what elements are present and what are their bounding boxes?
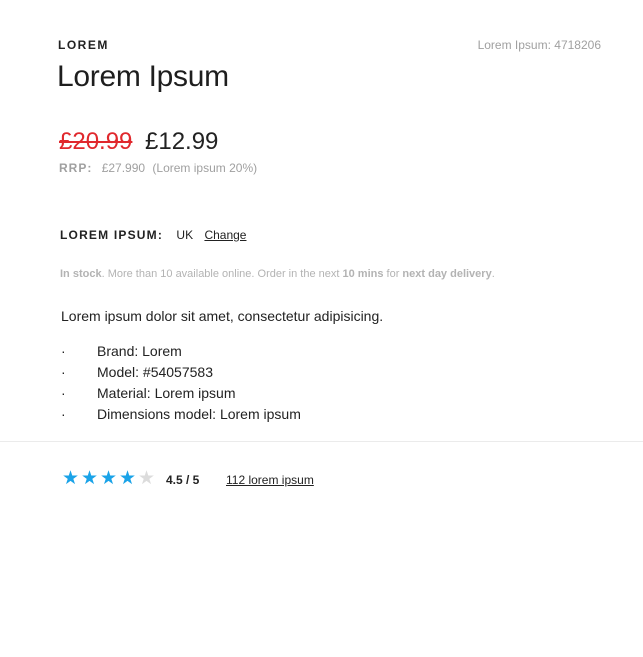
product-description: Lorem ipsum dolor sit amet, consectetur …: [61, 308, 384, 324]
feature-text: Material: Lorem ipsum: [97, 385, 236, 401]
stock-text-3: .: [491, 268, 495, 280]
bullet: ·: [61, 364, 66, 380]
bullet: ·: [61, 385, 66, 401]
list-item: · Dimensions model: Lorem ipsum: [61, 404, 301, 425]
current-price: £12.99: [145, 128, 219, 155]
star-filled-icon: ★: [118, 468, 137, 489]
feature-text: Model: #54057583: [97, 364, 213, 380]
star-filled-icon: ★: [61, 468, 80, 489]
feature-text: Brand: Lorem: [97, 343, 182, 359]
shipping-country-row: LOREM IPSUM: UK Change: [60, 228, 246, 242]
brand-name: LOREM: [58, 38, 109, 52]
star-filled-icon: ★: [99, 468, 118, 489]
stock-text-2: for: [383, 268, 403, 280]
change-country-link[interactable]: Change: [204, 228, 246, 242]
list-item: · Material: Lorem ipsum: [61, 383, 301, 404]
order-time: 10 mins: [342, 268, 384, 280]
rrp-label: RRP:: [59, 161, 93, 175]
in-stock-label: In stock: [60, 268, 102, 280]
rrp-row: RRP: £27.990 (Lorem ipsum 20%): [59, 161, 257, 175]
rrp-value: £27.990: [101, 161, 146, 175]
stock-text-1: . More than 10 available online. Order i…: [101, 268, 343, 280]
feature-list: · Brand: Lorem · Model: #54057583 · Materia…: [61, 341, 301, 425]
shipping-label: LOREM IPSUM:: [60, 228, 164, 242]
old-price: £20.99: [59, 128, 133, 155]
section-divider: [0, 441, 643, 442]
bullet: ·: [61, 406, 66, 422]
feature-text: Dimensions model: Lorem ipsum: [97, 406, 301, 422]
product-sku: Lorem Ipsum: 4718206: [477, 38, 601, 52]
star-empty-icon: ★: [137, 468, 156, 489]
delivery-type: next day delivery: [402, 268, 492, 280]
star-filled-icon: ★: [80, 468, 99, 489]
product-title: Lorem Ipsum: [57, 60, 229, 93]
bullet: ·: [61, 343, 66, 359]
rating-score: 4.5 / 5: [166, 473, 200, 487]
rating-stars: ★ ★ ★ ★ ★: [61, 468, 156, 490]
list-item: · Brand: Lorem: [61, 341, 301, 362]
stock-status: In stock. More than 10 available online.…: [60, 268, 495, 280]
list-item: · Model: #54057583: [61, 362, 301, 383]
rrp-saving-note: (Lorem ipsum 20%): [152, 161, 258, 175]
reviews-link[interactable]: 112 lorem ipsum: [226, 473, 314, 487]
shipping-country: UK: [176, 228, 194, 242]
